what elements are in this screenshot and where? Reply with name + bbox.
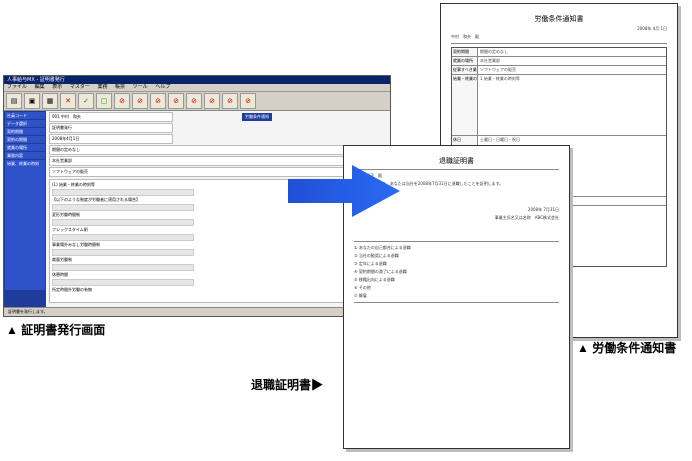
contract-date-field[interactable]: 2008年4月1日 — [49, 134, 173, 144]
block-line: 所定時間外労働の有無 — [52, 287, 92, 292]
input-bar[interactable] — [52, 249, 194, 256]
caption-app: ▲ 証明書発行画面 — [6, 323, 106, 337]
menu-item[interactable]: 帳票 — [115, 84, 125, 90]
folder-icon[interactable]: ▤ — [6, 93, 22, 109]
field-label: 契約期間 — [5, 128, 45, 135]
table-cell: 期間の定めなし — [480, 49, 508, 54]
field-label: 業務内容 — [5, 152, 45, 159]
menu-item[interactable]: ファイル — [7, 84, 27, 90]
toolbar: ▤ ▣ ▦ ✕ ✓ ▢ ⊘ ⊘ ⊘ ⊘ ⊘ ⊘ ⊘ ⊘ — [4, 92, 390, 111]
table-header: 契約期間 — [452, 48, 478, 56]
table-header: 始業・終業の時刻 — [452, 75, 478, 135]
reason-item: ⑥ その他 — [354, 285, 371, 290]
table-cell: 本社営業部 — [480, 58, 500, 63]
menu-item[interactable]: 表示 — [52, 84, 62, 90]
stop-icon[interactable]: ⊘ — [204, 93, 220, 109]
window-title: 人事給与MX - 証明書発行 — [4, 76, 390, 84]
reason-item: ⑤ 移籍出向による退職 — [354, 277, 395, 282]
table-cell: ソフトウェアの販売 — [480, 67, 516, 72]
label-column: 社員コード データ選択 契約期間 契約の期間 就業の場所 業務内容 始業、終業の… — [4, 111, 46, 316]
menu-bar: ファイル 編集 表示 マスター 業務 帳票 ツール ヘルプ — [4, 84, 390, 92]
stop-icon[interactable]: ⊘ — [222, 93, 238, 109]
check-icon[interactable]: ✓ — [78, 93, 94, 109]
field-label: 社員コード — [5, 112, 45, 119]
doc-addressee: 中村 和夫 殿 — [451, 34, 479, 39]
input-bar[interactable] — [52, 189, 194, 196]
doc-date: 2008年 4月 1日 — [637, 26, 667, 31]
save-icon[interactable]: ▣ — [24, 93, 40, 109]
block-line[interactable]: 事業場外みなし労働時間制 — [52, 242, 385, 248]
delete-icon[interactable]: ✕ — [60, 93, 76, 109]
field-label: データ選択 — [5, 120, 45, 127]
input-bar[interactable] — [52, 234, 194, 241]
contract-period-field[interactable]: 期間の定めなし — [49, 145, 388, 155]
status-bar: 証明書を発行します。 — [4, 307, 390, 316]
input-bar[interactable] — [52, 219, 194, 226]
block-line[interactable]: 裁量労働制 — [52, 257, 385, 263]
employee-code-field[interactable]: 001 中村 和夫 — [49, 112, 173, 122]
table-header: 就業の場所 — [452, 57, 478, 65]
block-line[interactable]: フレックスタイム制 — [52, 227, 385, 233]
stop-icon[interactable]: ⊘ — [240, 93, 256, 109]
reason-item: ③ 定年による退職 — [354, 261, 387, 266]
input-bar[interactable] — [52, 264, 194, 271]
menu-item[interactable]: マスター — [70, 84, 90, 90]
stop-icon[interactable]: ⊘ — [186, 93, 202, 109]
field-label: 契約の期間 — [5, 136, 45, 143]
stop-icon[interactable]: ⊘ — [114, 93, 130, 109]
block-line: 休憩時間 — [52, 272, 68, 277]
status-badge[interactable]: 労働条件通知 — [242, 113, 272, 121]
reason-item: ⑦ 解雇 — [354, 293, 367, 298]
reason-item: ① あなたの自己都合による退職 — [354, 245, 411, 250]
reason-item: ④ 契約期間の満了による退職 — [354, 269, 407, 274]
menu-item[interactable]: ツール — [133, 84, 148, 90]
input-bar[interactable] — [52, 204, 194, 211]
divider — [354, 241, 559, 242]
data-select-field[interactable]: 証明書発行 — [49, 123, 173, 133]
caption-retirement: 退職証明書▶ — [251, 378, 324, 392]
stop-icon[interactable]: ⊘ — [168, 93, 184, 109]
print-icon[interactable]: ▦ — [42, 93, 58, 109]
stop-icon[interactable]: ⊘ — [150, 93, 166, 109]
reason-item: ② 当社の勧奨による退職 — [354, 253, 399, 258]
table-cell: 1 始業・終業の時刻等 — [480, 76, 520, 81]
field-label: 始業、終業の時刻 — [5, 160, 45, 290]
arrow-right-icon — [288, 165, 400, 217]
caption-labor: ▲ 労働条件通知書 — [577, 341, 677, 355]
menu-item[interactable]: 編集 — [35, 84, 45, 90]
table-header: 従事すべき業務の内容 — [452, 66, 478, 74]
doc-title: 労働条件通知書 — [534, 15, 584, 23]
menu-item[interactable]: ヘルプ — [155, 84, 170, 90]
divider — [354, 302, 559, 303]
menu-item[interactable]: 業務 — [97, 84, 107, 90]
screen-icon[interactable]: ▢ — [96, 93, 112, 109]
field-label: 就業の場所 — [5, 144, 45, 151]
input-bar[interactable] — [52, 279, 194, 286]
stop-icon[interactable]: ⊘ — [132, 93, 148, 109]
divider — [451, 43, 667, 44]
